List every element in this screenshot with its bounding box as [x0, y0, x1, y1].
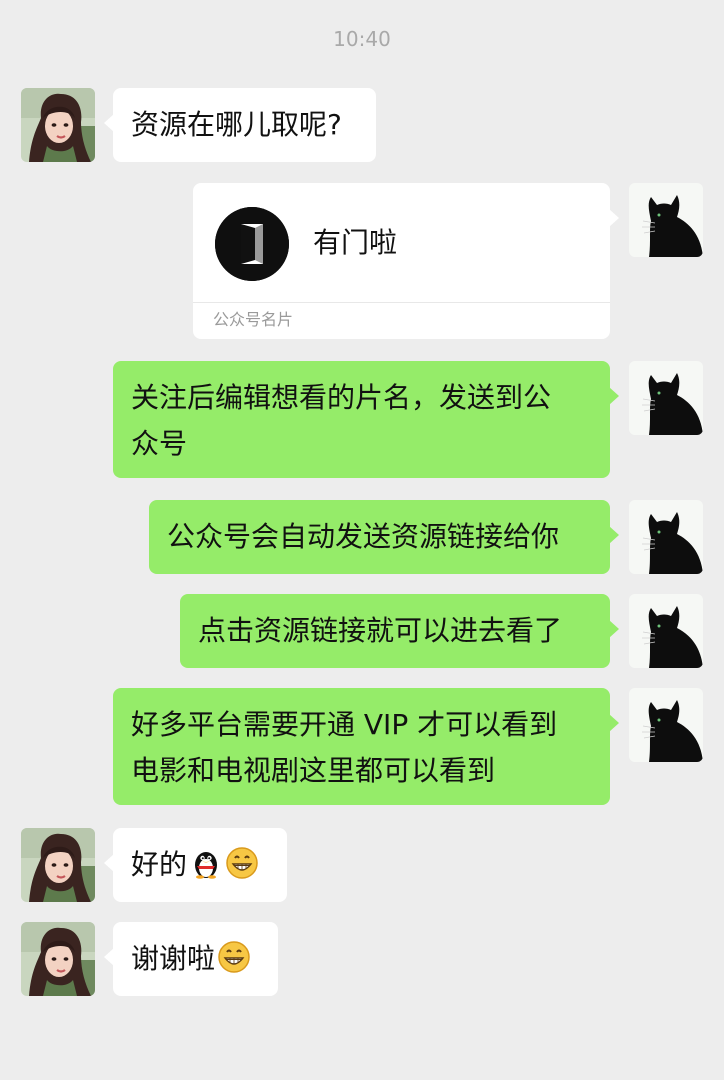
- message-text: 点击资源链接就可以进去看了: [198, 614, 563, 647]
- message-text-line: 关注后编辑想看的片名，发送到公: [131, 381, 552, 414]
- girl-avatar[interactable]: [21, 922, 95, 996]
- grin-emoji-icon: [217, 940, 251, 974]
- message-text-line: 好多平台需要开通 VIP 才可以看到: [131, 708, 558, 741]
- girl-avatar[interactable]: [21, 88, 95, 162]
- message-bubble[interactable]: 公众号会自动发送资源链接给你: [149, 500, 619, 574]
- message-text: 资源在哪儿取呢?: [131, 108, 342, 141]
- cat-avatar[interactable]: [629, 361, 703, 435]
- cat-avatar[interactable]: [629, 183, 703, 257]
- contact-card-name: 有门啦: [313, 226, 398, 259]
- message-text: 谢谢啦: [131, 942, 216, 975]
- girl-avatar[interactable]: [21, 828, 95, 902]
- message-bubble[interactable]: 谢谢啦: [104, 922, 278, 996]
- message-bubble[interactable]: 好多平台需要开通 VIP 才可以看到 电影和电视剧这里都可以看到: [113, 688, 619, 805]
- message-bubble[interactable]: 好的: [104, 828, 287, 902]
- contact-card[interactable]: 有门啦 公众号名片: [193, 183, 619, 339]
- message-bubble[interactable]: 资源在哪儿取呢?: [104, 88, 376, 162]
- message-bubble[interactable]: 关注后编辑想看的片名，发送到公 众号: [113, 361, 619, 478]
- message-text-line: 电影和电视剧这里都可以看到: [131, 754, 496, 787]
- cat-avatar[interactable]: [629, 500, 703, 574]
- card-divider: [193, 302, 610, 303]
- message-bubble[interactable]: 点击资源链接就可以进去看了: [180, 594, 619, 668]
- cat-avatar[interactable]: [629, 594, 703, 668]
- contact-card-footer: 公众号名片: [213, 310, 294, 329]
- grin-emoji-icon: [225, 846, 259, 880]
- message-text: 好的: [131, 848, 188, 881]
- cat-avatar[interactable]: [629, 688, 703, 762]
- message-text-line: 众号: [131, 427, 188, 460]
- door-logo-icon: [215, 207, 289, 281]
- penguin-emoji-icon: [189, 846, 223, 880]
- message-text: 公众号会自动发送资源链接给你: [167, 520, 560, 553]
- timestamp: 10:40: [333, 27, 391, 51]
